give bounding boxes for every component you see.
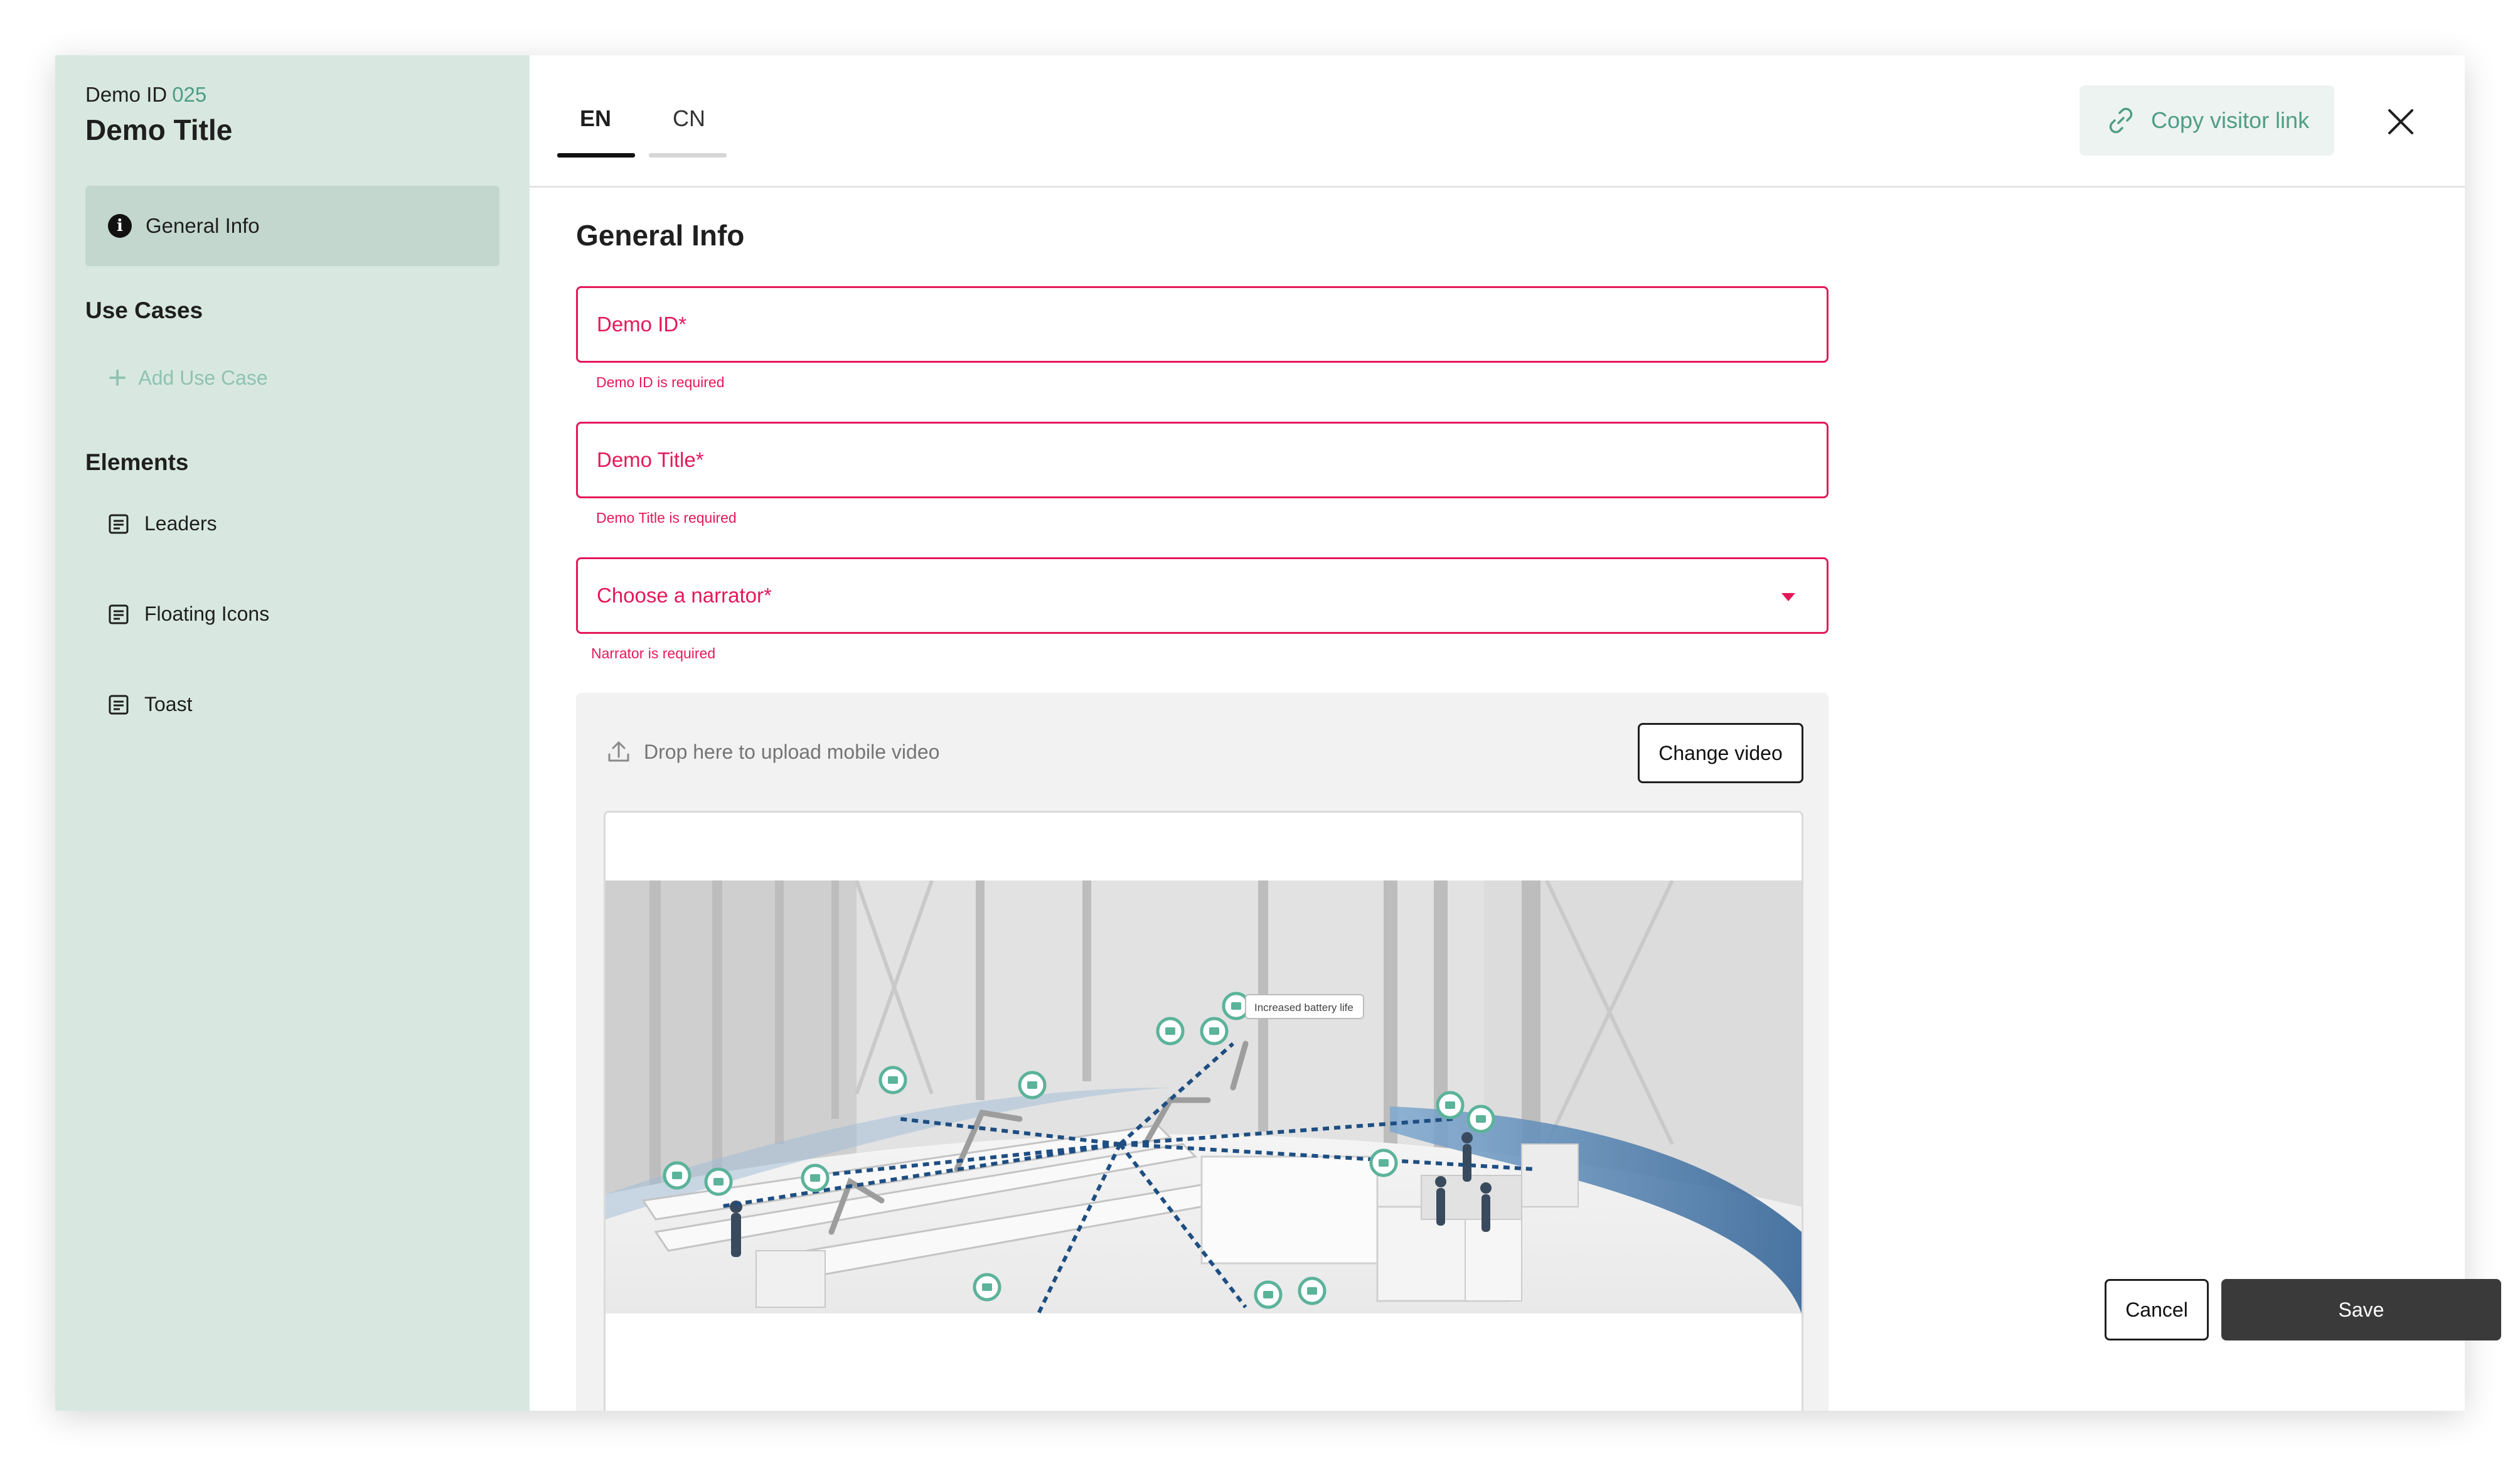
preview-tooltip-text: Increased battery life <box>1254 1002 1353 1014</box>
sidebar: Demo ID 025 Demo Title i General Info Use… <box>55 55 530 1411</box>
demo-id-value: 025 <box>172 83 207 106</box>
factory-scene-image: Increased battery life <box>606 880 1802 1314</box>
demo-title: Demo Title <box>85 114 233 146</box>
change-video-button[interactable]: Change video <box>1638 723 1803 783</box>
narrator-error: Narrator is required <box>591 645 716 661</box>
sidebar-item-label: General Info <box>146 214 260 237</box>
plus-icon: + <box>108 360 127 396</box>
page-title: General Info <box>576 219 745 252</box>
demo-id-label: Demo ID <box>85 83 168 106</box>
link-icon <box>2109 107 2133 134</box>
sidebar-item-label: Toast <box>144 693 193 715</box>
elements-heading: Elements <box>85 449 189 475</box>
document-icon <box>109 695 129 714</box>
top-bar: EN CN Copy visitor link <box>530 55 2465 188</box>
caret-down-icon <box>1781 593 1795 601</box>
sidebar-item-label: Floating Icons <box>144 602 270 625</box>
demo-id-error: Demo ID is required <box>596 374 725 390</box>
sidebar-item-leaders[interactable]: Leaders <box>108 512 217 535</box>
main-panel: EN CN Copy visitor link General Info Dem… <box>530 55 2501 1411</box>
sidebar-item-general-info[interactable]: i General Info <box>85 186 499 266</box>
upload-icon <box>608 741 629 762</box>
use-cases-heading: Use Cases <box>85 297 203 323</box>
tab-cn-indicator <box>649 153 727 158</box>
upload-dropzone[interactable]: Drop here to upload mobile video <box>606 739 939 764</box>
sidebar-item-label: Leaders <box>144 512 217 535</box>
document-icon <box>109 514 129 533</box>
sidebar-item-floating-icons[interactable]: Floating Icons <box>108 602 269 626</box>
add-use-case-button[interactable]: + Add Use Case <box>108 361 268 394</box>
video-preview[interactable]: Increased battery life <box>604 811 1803 1411</box>
upload-hint-label: Drop here to upload mobile video <box>644 740 940 763</box>
tab-en-indicator <box>557 153 635 158</box>
demo-id-field[interactable]: Demo ID* <box>576 286 1829 363</box>
video-upload-panel: Drop here to upload mobile video Change … <box>576 693 1829 1411</box>
demo-title-error: Demo Title is required <box>596 510 737 526</box>
add-use-case-label: Add Use Case <box>138 366 268 389</box>
tab-en[interactable]: EN <box>580 105 611 132</box>
sidebar-item-toast[interactable]: Toast <box>108 693 192 716</box>
cancel-button[interactable]: Cancel <box>2105 1279 2209 1340</box>
demo-id-line: Demo ID 025 <box>85 83 206 107</box>
close-icon[interactable] <box>2386 107 2416 137</box>
copy-visitor-link-label: Copy visitor link <box>2151 107 2310 133</box>
demo-id-field-label: Demo ID* <box>597 313 687 336</box>
info-icon: i <box>108 214 132 238</box>
demo-title-field-label: Demo Title* <box>597 448 704 471</box>
narrator-select-label: Choose a narrator* <box>597 584 772 607</box>
editor-window: Demo ID 025 Demo Title i General Info Use… <box>55 55 2501 1411</box>
copy-visitor-link-button[interactable]: Copy visitor link <box>2080 85 2334 156</box>
tab-cn[interactable]: CN <box>673 105 705 132</box>
document-icon <box>109 604 129 624</box>
save-button[interactable]: Save <box>2221 1279 2501 1340</box>
demo-title-field[interactable]: Demo Title* <box>576 422 1829 498</box>
narrator-select[interactable]: Choose a narrator* <box>576 557 1829 634</box>
